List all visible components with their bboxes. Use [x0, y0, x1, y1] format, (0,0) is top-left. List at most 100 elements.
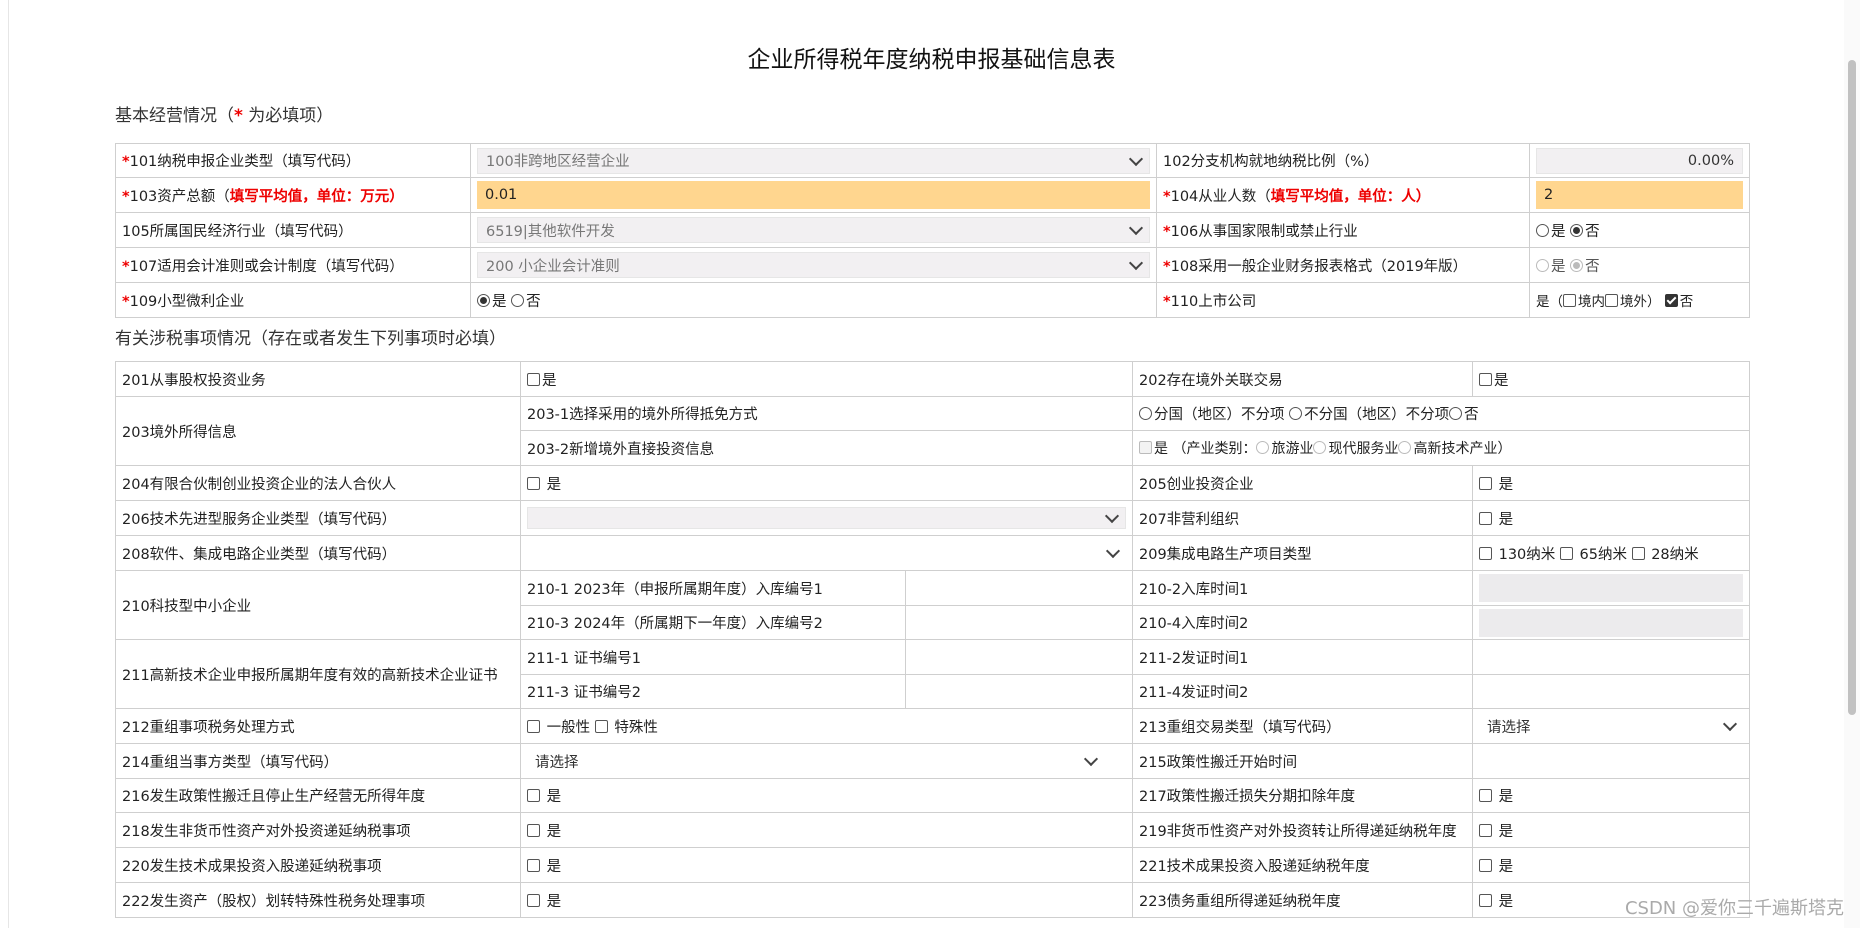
row209-options[interactable]: 130纳米 65纳米 28纳米: [1472, 535, 1750, 571]
row207-option[interactable]: 是: [1472, 500, 1750, 536]
row219-option[interactable]: 是: [1472, 812, 1750, 848]
row211-label: 211高新技术企业申报所属期年度有效的高新技术企业证书: [115, 639, 521, 709]
checkbox-icon: [1664, 294, 1678, 307]
row202-option[interactable]: 是: [1472, 361, 1750, 397]
checkbox-icon: [527, 858, 540, 872]
row103-input[interactable]: 0.01: [470, 177, 1157, 213]
row212-options[interactable]: 一般性 特殊性: [520, 708, 1133, 744]
checkbox-icon: [1479, 511, 1492, 525]
row208-select[interactable]: [520, 535, 1133, 571]
row110-label: *110上市公司: [1156, 282, 1530, 318]
row211-2-input[interactable]: [1472, 639, 1750, 675]
row203-label: 203境外所得信息: [115, 396, 521, 466]
row210-3-input[interactable]: [905, 605, 1133, 640]
row108-label: *108采用一般企业财务报表格式（2019年版）: [1156, 247, 1530, 283]
row105-select[interactable]: 6519|其他软件开发: [470, 212, 1157, 248]
row203-1-options[interactable]: 分国（地区）不分项 不分国（地区）不分项否: [1132, 396, 1750, 431]
row210-label: 210科技型中小企业: [115, 570, 521, 640]
row210-2-input[interactable]: [1472, 570, 1750, 606]
watermark: CSDN @爱你三千遍斯塔克: [1624, 898, 1844, 919]
row203-1-label: 203-1选择采用的境外所得抵免方式: [520, 396, 1133, 431]
row207-label: 207非营利组织: [1132, 500, 1473, 536]
row211-3-input[interactable]: [905, 674, 1133, 709]
row110-options[interactable]: 是（ 境内 境外） 否: [1529, 282, 1750, 318]
scrollbar-thumb[interactable]: [1848, 60, 1856, 715]
row211-1-label: 211-1 证书编号1: [520, 639, 906, 675]
row101-label: *101纳税申报企业类型（填写代码）: [115, 143, 471, 178]
checkbox-icon: [527, 823, 540, 837]
row218-label: 218发生非货币性资产对外投资递延纳税事项: [115, 812, 521, 848]
row205-label: 205创业投资企业: [1132, 465, 1473, 501]
row212-label: 212重组事项税务处理方式: [115, 708, 521, 744]
checkbox-icon: [527, 476, 540, 490]
row102-value: 0.00%: [1529, 143, 1750, 178]
row109-options[interactable]: 是 否: [470, 282, 1157, 318]
chevron-down-icon: [1104, 508, 1120, 524]
radio-icon: [1570, 223, 1584, 237]
radio-icon: [1139, 407, 1152, 420]
row218-option[interactable]: 是: [520, 812, 1133, 848]
row211-3-label: 211-3 证书编号2: [520, 674, 906, 709]
row215-label: 215政策性搬迁开始时间: [1132, 743, 1473, 779]
row107-select[interactable]: 200 小企业会计准则: [470, 247, 1157, 283]
checkbox-icon: [594, 719, 608, 733]
section-tax-title: 有关涉税事项情况（存在或者发生下列事项时必填）: [115, 329, 506, 349]
chevron-down-icon: [1083, 751, 1099, 767]
row211-4-label: 211-4发证时间2: [1132, 674, 1473, 709]
row211-4-input[interactable]: [1472, 674, 1750, 709]
checkbox-icon: [1479, 546, 1492, 560]
radio-icon: [1449, 407, 1463, 420]
checkbox-icon: [527, 893, 540, 907]
row106-label: *106从事国家限制或禁止行业: [1156, 212, 1530, 248]
radio-icon: [1536, 258, 1549, 272]
row210-1-label: 210-1 2023年（申报所属期年度）入库编号1: [520, 570, 906, 606]
chevron-down-icon: [1105, 543, 1121, 559]
row102-label: 102分支机构就地纳税比例（%）: [1156, 143, 1530, 178]
row220-option[interactable]: 是: [520, 847, 1133, 883]
row210-4-input[interactable]: [1472, 605, 1750, 640]
row216-option[interactable]: 是: [520, 778, 1133, 813]
row104-input[interactable]: 2: [1529, 177, 1750, 213]
row210-1-input[interactable]: [905, 570, 1133, 606]
row222-option[interactable]: 是: [520, 882, 1133, 918]
row201-option[interactable]: 是: [520, 361, 1133, 397]
radio-icon: [1313, 441, 1327, 454]
radio-icon: [1536, 223, 1549, 237]
row223-label: 223债务重组所得递延纳税年度: [1132, 882, 1473, 918]
section-basic-title: 基本经营情况（* 为必填项）: [115, 106, 334, 126]
row213-select[interactable]: 请选择: [1472, 708, 1750, 744]
row217-option[interactable]: 是: [1472, 778, 1750, 813]
row101-select[interactable]: 100非跨地区经营企业: [470, 143, 1157, 178]
checkbox-icon: [527, 789, 540, 802]
basic-info-table: *101纳税申报企业类型（填写代码） 100非跨地区经营企业 102分支机构就地…: [115, 143, 1750, 318]
row206-label: 206技术先进型服务企业类型（填写代码）: [115, 500, 521, 536]
checkbox-icon: [1631, 546, 1645, 560]
checkbox-icon: [1479, 372, 1492, 386]
scrollbar[interactable]: [1844, 0, 1860, 928]
row106-options[interactable]: 是 否: [1529, 212, 1750, 248]
checkbox-icon: [1479, 858, 1492, 872]
row108-options[interactable]: 是 否: [1529, 247, 1750, 283]
row216-label: 216发生政策性搬迁且停止生产经营无所得年度: [115, 778, 521, 813]
chevron-down-icon: [1128, 220, 1144, 236]
row220-label: 220发生技术成果投资入股递延纳税事项: [115, 847, 521, 883]
row203-2-options[interactable]: 是 （产业类别： 旅游业 现代服务业 高新技术产业）: [1132, 430, 1750, 466]
row215-input[interactable]: [1472, 743, 1750, 779]
row210-3-label: 210-3 2024年（所属期下一年度）入库编号2: [520, 605, 906, 640]
row214-select[interactable]: 请选择: [520, 743, 1133, 779]
row206-select[interactable]: [520, 500, 1133, 536]
row204-option[interactable]: 是: [520, 465, 1133, 501]
row219-label: 219非货币性资产对外投资转让所得递延纳税年度: [1132, 812, 1473, 848]
checkbox-icon: [1479, 893, 1492, 907]
radio-icon: [1398, 441, 1412, 454]
row221-option[interactable]: 是: [1472, 847, 1750, 883]
checkbox-icon: [1563, 294, 1576, 307]
radio-icon: [477, 293, 490, 307]
row205-option[interactable]: 是: [1472, 465, 1750, 501]
row221-label: 221技术成果投资入股递延纳税年度: [1132, 847, 1473, 883]
radio-icon: [511, 293, 525, 307]
row211-1-input[interactable]: [905, 639, 1133, 675]
row211-2-label: 211-2发证时间1: [1132, 639, 1473, 675]
row201-label: 201从事股权投资业务: [115, 361, 521, 397]
checkbox-icon: [527, 719, 540, 733]
